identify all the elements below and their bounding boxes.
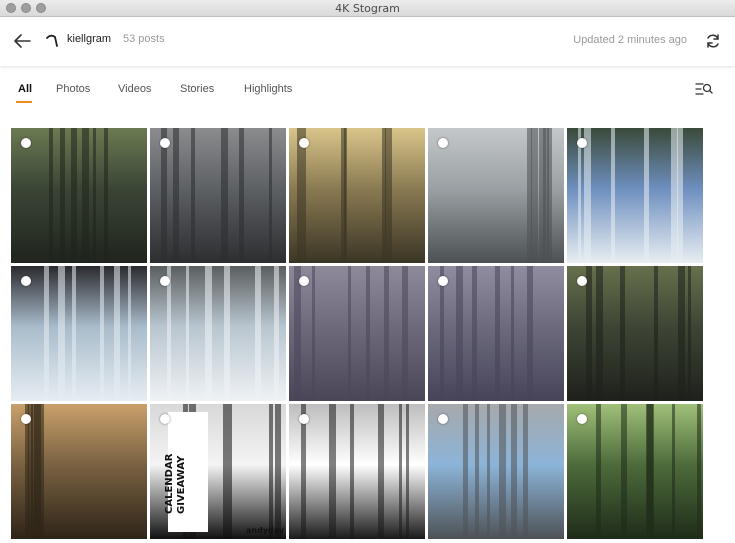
post-thumbnail[interactable] [150,266,286,401]
post-thumbnail[interactable] [567,128,703,263]
post-thumbnail[interactable] [567,266,703,401]
select-checkbox[interactable] [21,414,31,424]
post-thumbnail[interactable] [11,128,147,263]
select-checkbox[interactable] [438,276,448,286]
select-checkbox[interactable] [21,276,31,286]
photo-image [25,404,44,539]
window-title: 4K Stogram [335,2,400,15]
select-checkbox[interactable] [160,138,170,148]
post-thumbnail[interactable] [428,128,564,263]
tile-caption: CALENDAR [164,453,175,514]
back-button[interactable] [13,31,33,51]
photo-image [527,128,552,263]
profile-avatar-icon [46,34,58,47]
avatar[interactable] [45,33,60,48]
post-thumbnail[interactable] [11,404,147,539]
refresh-icon [707,34,719,48]
tab-videos[interactable]: Videos [118,83,151,95]
post-thumbnail[interactable] [150,128,286,263]
arrow-left-icon [14,34,31,48]
select-checkbox[interactable] [438,414,448,424]
post-thumbnail[interactable]: CALENDAR GIVEAWAY andyday [150,404,286,539]
post-count: 53 posts [123,33,165,45]
select-checkbox[interactable] [438,138,448,148]
select-checkbox[interactable] [299,138,309,148]
photo-image [297,128,392,263]
photo-image [161,128,272,263]
select-checkbox[interactable] [577,414,587,424]
photo-image [586,266,691,401]
post-thumbnail[interactable] [289,404,425,539]
updated-status: Updated 2 minutes ago [573,34,687,46]
filter-button[interactable] [695,81,713,97]
filter-list-icon [695,83,713,95]
photo-image [596,404,701,539]
post-thumbnail[interactable] [289,266,425,401]
tile-caption: andyday [246,526,285,535]
post-thumbnail[interactable] [567,404,703,539]
profile-header: kiellgram 53 posts Updated 2 minutes ago [0,17,735,66]
photo-image [167,266,279,401]
post-thumbnail[interactable] [428,404,564,539]
select-checkbox[interactable] [160,276,170,286]
select-checkbox[interactable] [21,138,31,148]
photo-image [301,404,409,539]
tab-all[interactable]: All [18,83,32,95]
window-titlebar: 4K Stogram [0,0,735,17]
post-thumbnail[interactable] [428,266,564,401]
photo-image [294,266,408,401]
username[interactable]: kiellgram [67,33,111,45]
tab-highlights[interactable]: Highlights [244,83,292,95]
select-checkbox[interactable] [160,414,170,424]
select-checkbox[interactable] [577,276,587,286]
photo-image [44,266,131,401]
photo-image [49,128,108,263]
select-checkbox[interactable] [577,138,587,148]
content-tabs: All Photos Videos Stories Highlights [0,66,735,110]
post-thumbnail[interactable] [11,266,147,401]
tab-stories[interactable]: Stories [180,83,214,95]
photo-image [578,128,683,263]
select-checkbox[interactable] [299,276,309,286]
select-checkbox[interactable] [299,414,309,424]
active-tab-indicator [16,101,32,103]
refresh-button[interactable] [704,32,722,50]
tile-caption: GIVEAWAY [176,455,187,514]
photo-image [440,266,533,401]
post-thumbnail[interactable] [289,128,425,263]
photo-image [463,404,528,539]
tab-photos[interactable]: Photos [56,83,90,95]
